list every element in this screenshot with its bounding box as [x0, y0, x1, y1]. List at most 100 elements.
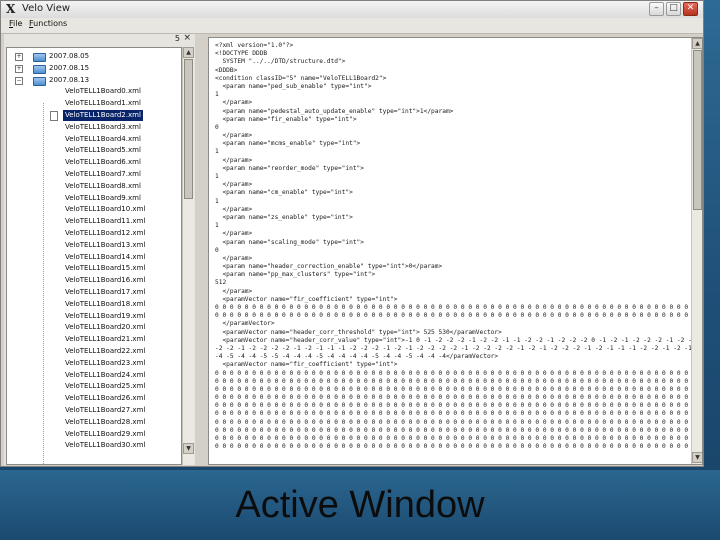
- scroll-thumb[interactable]: [693, 50, 702, 210]
- tree-file-item[interactable]: VeloTELL1Board19.xml: [7, 311, 181, 322]
- xml-line: 0 0 0 0 0 0 0 0 0 0 0 0 0 0 0 0 0 0 0 0 …: [215, 385, 691, 393]
- expander-icon[interactable]: +: [15, 53, 23, 61]
- file-label: VeloTELL1Board2.xml: [63, 110, 143, 121]
- file-label: VeloTELL1Board5.xml: [65, 146, 141, 155]
- xml-line: </param>: [215, 254, 253, 262]
- file-label: VeloTELL1Board10.xml: [65, 205, 146, 214]
- tree-file-item[interactable]: VeloTELL1Board10.xml: [7, 204, 181, 215]
- file-label: VeloTELL1Board24.xml: [65, 370, 146, 379]
- tree-file-item[interactable]: VeloTELL1Board28.xml: [7, 417, 181, 428]
- xml-line: 1: [215, 148, 219, 156]
- title-bar[interactable]: X Velo View – □ ✕: [1, 1, 703, 19]
- tree-file-item[interactable]: VeloTELL1Board14.xml: [7, 252, 181, 263]
- tree-file-item[interactable]: VeloTELL1Board6.xml: [7, 157, 181, 168]
- panel-float-button[interactable]: 5: [175, 34, 180, 43]
- menu-file[interactable]: File: [9, 19, 22, 28]
- minimize-button[interactable]: –: [649, 2, 664, 16]
- slide-caption: Active Window: [235, 484, 485, 526]
- xml-line: 512: [215, 279, 227, 287]
- file-label: VeloTELL1Board19.xml: [65, 311, 146, 320]
- file-label: VeloTELL1Board23.xml: [65, 358, 146, 367]
- tree-file-item[interactable]: VeloTELL1Board0.xml: [7, 86, 181, 97]
- tree-file-item[interactable]: VeloTELL1Board2.xml: [7, 110, 181, 121]
- tree-file-item[interactable]: VeloTELL1Board12.xml: [7, 228, 181, 239]
- tree-file-item[interactable]: VeloTELL1Board18.xml: [7, 299, 181, 310]
- xml-line: <paramVector name="fir_coefficient" type…: [215, 361, 398, 369]
- tree-file-item[interactable]: VeloTELL1Board17.xml: [7, 287, 181, 298]
- file-label: VeloTELL1Board6.xml: [65, 158, 141, 167]
- file-label: VeloTELL1Board28.xml: [65, 417, 146, 426]
- xml-line: <!DOCTYPE DDDB: [215, 50, 268, 58]
- panel-close-icon[interactable]: ×: [183, 33, 191, 43]
- file-label: VeloTELL1Board16.xml: [65, 276, 146, 285]
- file-label: VeloTELL1Board18.xml: [65, 299, 146, 308]
- xml-viewer[interactable]: <?xml version="1.0"?> <!DOCTYPE DDDB SYST…: [208, 37, 703, 465]
- tree-file-item[interactable]: VeloTELL1Board20.xml: [7, 322, 181, 333]
- expander-icon[interactable]: +: [15, 64, 23, 73]
- folder-label: 2007.08.15: [49, 63, 90, 72]
- tree-file-item[interactable]: VeloTELL1Board24.xml: [7, 370, 181, 381]
- tree-file-item[interactable]: VeloTELL1Board26.xml: [7, 393, 181, 404]
- xml-line: <condition classID="5" name="VeloTELL1Bo…: [215, 74, 387, 82]
- scroll-up-arrow-icon[interactable]: ▲: [183, 47, 194, 58]
- window-title: Velo View: [22, 3, 71, 14]
- file-label: VeloTELL1Board1.xml: [65, 99, 141, 108]
- tree-folder[interactable]: +2007.08.05: [7, 51, 181, 62]
- tree-file-item[interactable]: VeloTELL1Board7.xml: [7, 169, 181, 180]
- xml-line: 0 0 0 0 0 0 0 0 0 0 0 0 0 0 0 0 0 0 0 0 …: [215, 443, 691, 451]
- scroll-up-arrow-icon[interactable]: ▲: [692, 38, 702, 49]
- tree-file-item[interactable]: VeloTELL1Board16.xml: [7, 275, 181, 286]
- file-label: VeloTELL1Board4.xml: [65, 134, 141, 143]
- xml-line: 0 0 0 0 0 0 0 0 0 0 0 0 0 0 0 0 0 0 0 0 …: [215, 418, 691, 426]
- xml-line: 1: [215, 222, 219, 230]
- xml-line: </param>: [215, 181, 253, 189]
- tree-file-item[interactable]: VeloTELL1Board8.xml: [7, 181, 181, 192]
- maximize-button[interactable]: □: [666, 2, 681, 16]
- file-label: VeloTELL1Board8.xml: [65, 181, 141, 190]
- xml-line: <paramVector name="fir_coefficient" type…: [215, 295, 398, 303]
- close-button[interactable]: ✕: [683, 2, 698, 16]
- scroll-down-arrow-icon[interactable]: ▼: [183, 443, 194, 454]
- tree-folder[interactable]: − 2007.08.13: [7, 75, 181, 86]
- tree-file-item[interactable]: VeloTELL1Board11.xml: [7, 216, 181, 227]
- xml-line: <param name="ped_sub_enable" type="int">: [215, 82, 372, 90]
- scroll-down-arrow-icon[interactable]: ▼: [692, 452, 702, 463]
- tree-file-item[interactable]: VeloTELL1Board4.xml: [7, 134, 181, 145]
- app-window: X Velo View – □ ✕ File Functions 5 × +20…: [0, 0, 704, 467]
- tree-file-item[interactable]: VeloTELL1Board15.xml: [7, 263, 181, 274]
- xml-text: <?xml version="1.0"?> <!DOCTYPE DDDB SYST…: [215, 42, 691, 451]
- tree-file-item[interactable]: VeloTELL1Board21.xml: [7, 334, 181, 345]
- x-app-icon: X: [6, 2, 16, 16]
- tree-file-item[interactable]: VeloTELL1Board27.xml: [7, 405, 181, 416]
- tree-file-item[interactable]: VeloTELL1Board30.xml: [7, 440, 181, 451]
- xml-line: </param>: [215, 205, 253, 213]
- file-label: VeloTELL1Board13.xml: [65, 240, 146, 249]
- tree-file-item[interactable]: VeloTELL1Board29.xml: [7, 429, 181, 440]
- xml-vertical-scrollbar[interactable]: ▲ ▼: [691, 38, 702, 464]
- xml-line: 1: [215, 173, 219, 180]
- tree-folder[interactable]: +2007.08.15: [7, 63, 181, 74]
- xml-line: 0 0 0 0 0 0 0 0 0 0 0 0 0 0 0 0 0 0 0 0 …: [215, 377, 691, 385]
- file-label: VeloTELL1Board30.xml: [65, 441, 146, 450]
- tree-file-item[interactable]: VeloTELL1Board13.xml: [7, 240, 181, 251]
- file-label: VeloTELL1Board0.xml: [65, 87, 141, 96]
- tree-file-item[interactable]: VeloTELL1Board25.xml: [7, 381, 181, 392]
- file-label: VeloTELL1Board11.xml: [65, 217, 146, 226]
- tree-vertical-scrollbar[interactable]: ▲ ▼: [182, 47, 194, 465]
- tree-file-item[interactable]: VeloTELL1Board9.xml: [7, 193, 181, 204]
- tree-file-item[interactable]: VeloTELL1Board3.xml: [7, 122, 181, 133]
- file-tree[interactable]: +2007.08.05 +2007.08.15−2007.08.13 VeloTEL…: [6, 47, 182, 465]
- xml-line: </param>: [215, 99, 253, 107]
- xml-line: 0 0 0 0 0 0 0 0 0 0 0 0 0 0 0 0 0 0 0 0 …: [215, 426, 691, 434]
- tree-file-item[interactable]: VeloTELL1Board1.xml: [7, 98, 181, 109]
- tree-file-item[interactable]: VeloTELL1Board23.xml: [7, 358, 181, 369]
- menu-functions[interactable]: Functions: [29, 19, 67, 28]
- xml-line: SYSTEM "../../DTD/structure.dtd">: [215, 58, 346, 66]
- xml-line: </param>: [215, 230, 253, 238]
- expander-icon[interactable]: −: [15, 76, 23, 85]
- xml-line: </param>: [215, 287, 253, 295]
- scroll-thumb[interactable]: [184, 59, 193, 199]
- tree-file-item[interactable]: VeloTELL1Board5.xml: [7, 145, 181, 156]
- tree-file-item[interactable]: VeloTELL1Board22.xml: [7, 346, 181, 357]
- xml-line: <paramVector name="header_corr_value" ty…: [215, 336, 691, 344]
